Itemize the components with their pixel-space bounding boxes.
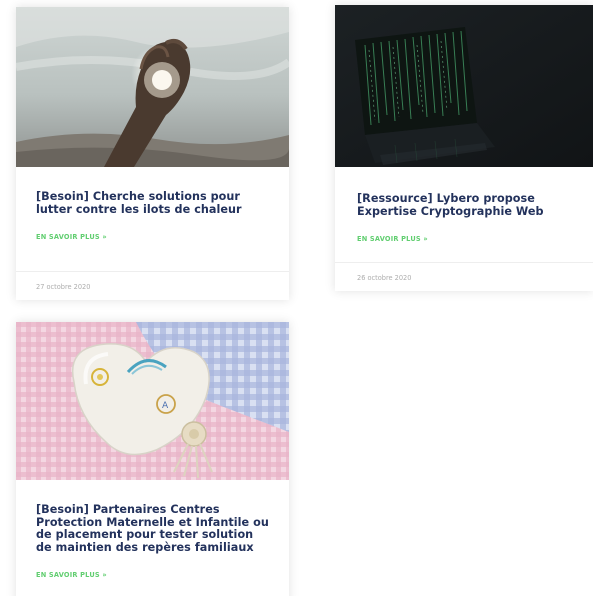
- post-card: [Ressource] Lybero propose Expertise Cry…: [335, 5, 593, 291]
- laptop-matrix-code-image: [335, 5, 593, 167]
- read-more-link[interactable]: EN SAVOIR PLUS »: [357, 235, 428, 243]
- post-card-body: [Besoin] Cherche solutions pour lutter c…: [16, 167, 289, 244]
- post-date: 27 octobre 2020: [16, 271, 289, 300]
- post-card-body: [Besoin] Partenaires Centres Protection …: [16, 480, 289, 582]
- post-card: A [Besoin] Partenaires Centres Protectio…: [16, 322, 289, 596]
- post-title-link[interactable]: [Besoin] Cherche solutions pour lutter c…: [36, 190, 269, 216]
- post-card: [Besoin] Cherche solutions pour lutter c…: [16, 7, 289, 300]
- post-title-link[interactable]: [Besoin] Partenaires Centres Protection …: [36, 503, 269, 554]
- hand-holding-sun-image: [16, 7, 289, 167]
- read-more-link[interactable]: EN SAVOIR PLUS »: [36, 233, 107, 241]
- post-thumbnail-laptop-code[interactable]: [335, 5, 593, 167]
- post-thumbnail-heart-pillow[interactable]: A: [16, 322, 289, 480]
- post-title-link[interactable]: [Ressource] Lybero propose Expertise Cry…: [357, 192, 573, 218]
- read-more-link[interactable]: EN SAVOIR PLUS »: [36, 571, 107, 579]
- post-card-body: [Ressource] Lybero propose Expertise Cry…: [335, 167, 593, 246]
- post-thumbnail-hand-sun[interactable]: [16, 7, 289, 167]
- heart-pillow-image: A: [16, 322, 289, 480]
- post-date: 26 octobre 2020: [335, 262, 593, 291]
- svg-text:A: A: [162, 401, 169, 411]
